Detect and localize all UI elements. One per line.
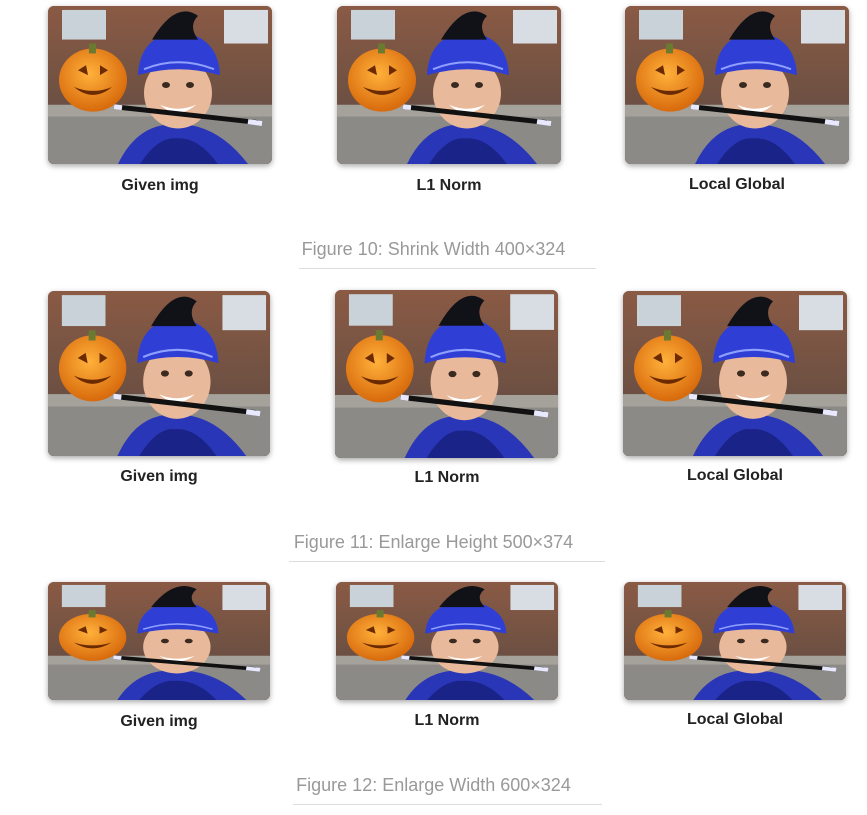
- figure-caption: Figure 10: Shrink Width 400×324: [301, 239, 566, 259]
- local-global-label: Local Global: [688, 176, 785, 193]
- local-global-label: Local Global: [686, 467, 783, 484]
- boy-photo-image: [335, 290, 558, 458]
- boy-photo-image: [623, 291, 847, 456]
- l1-norm-image-thumbnail: [336, 582, 558, 700]
- given-img-label: Given img: [120, 468, 198, 485]
- local-global-image-thumbnail: [623, 291, 847, 456]
- given-image-thumbnail: [48, 6, 272, 164]
- local-global-image-thumbnail: [624, 582, 846, 700]
- boy-photo-image: [48, 582, 270, 700]
- given-image-thumbnail: [48, 582, 270, 700]
- caption-divider: [299, 268, 596, 269]
- given-img-label: Given img: [121, 177, 199, 194]
- l1-norm-label: L1 Norm: [416, 177, 482, 194]
- boy-photo-image: [624, 582, 846, 700]
- given-img-label: Given img: [120, 713, 198, 730]
- boy-photo-image: [625, 6, 849, 164]
- given-image-thumbnail: [48, 291, 270, 456]
- figure-caption: Figure 11: Enlarge Height 500×374: [293, 532, 574, 552]
- boy-photo-image: [48, 6, 272, 164]
- local-global-label: Local Global: [686, 711, 783, 728]
- l1-norm-label: L1 Norm: [414, 469, 480, 486]
- boy-photo-image: [337, 6, 561, 164]
- figure-caption: Figure 12: Enlarge Width 600×324: [296, 775, 571, 795]
- local-global-image-thumbnail: [625, 6, 849, 164]
- l1-norm-image-thumbnail: [337, 6, 561, 164]
- boy-photo-image: [48, 291, 270, 456]
- l1-norm-image-thumbnail: [335, 290, 558, 458]
- boy-photo-image: [336, 582, 558, 700]
- caption-divider: [293, 804, 602, 805]
- caption-divider: [289, 561, 605, 562]
- l1-norm-label: L1 Norm: [414, 712, 480, 729]
